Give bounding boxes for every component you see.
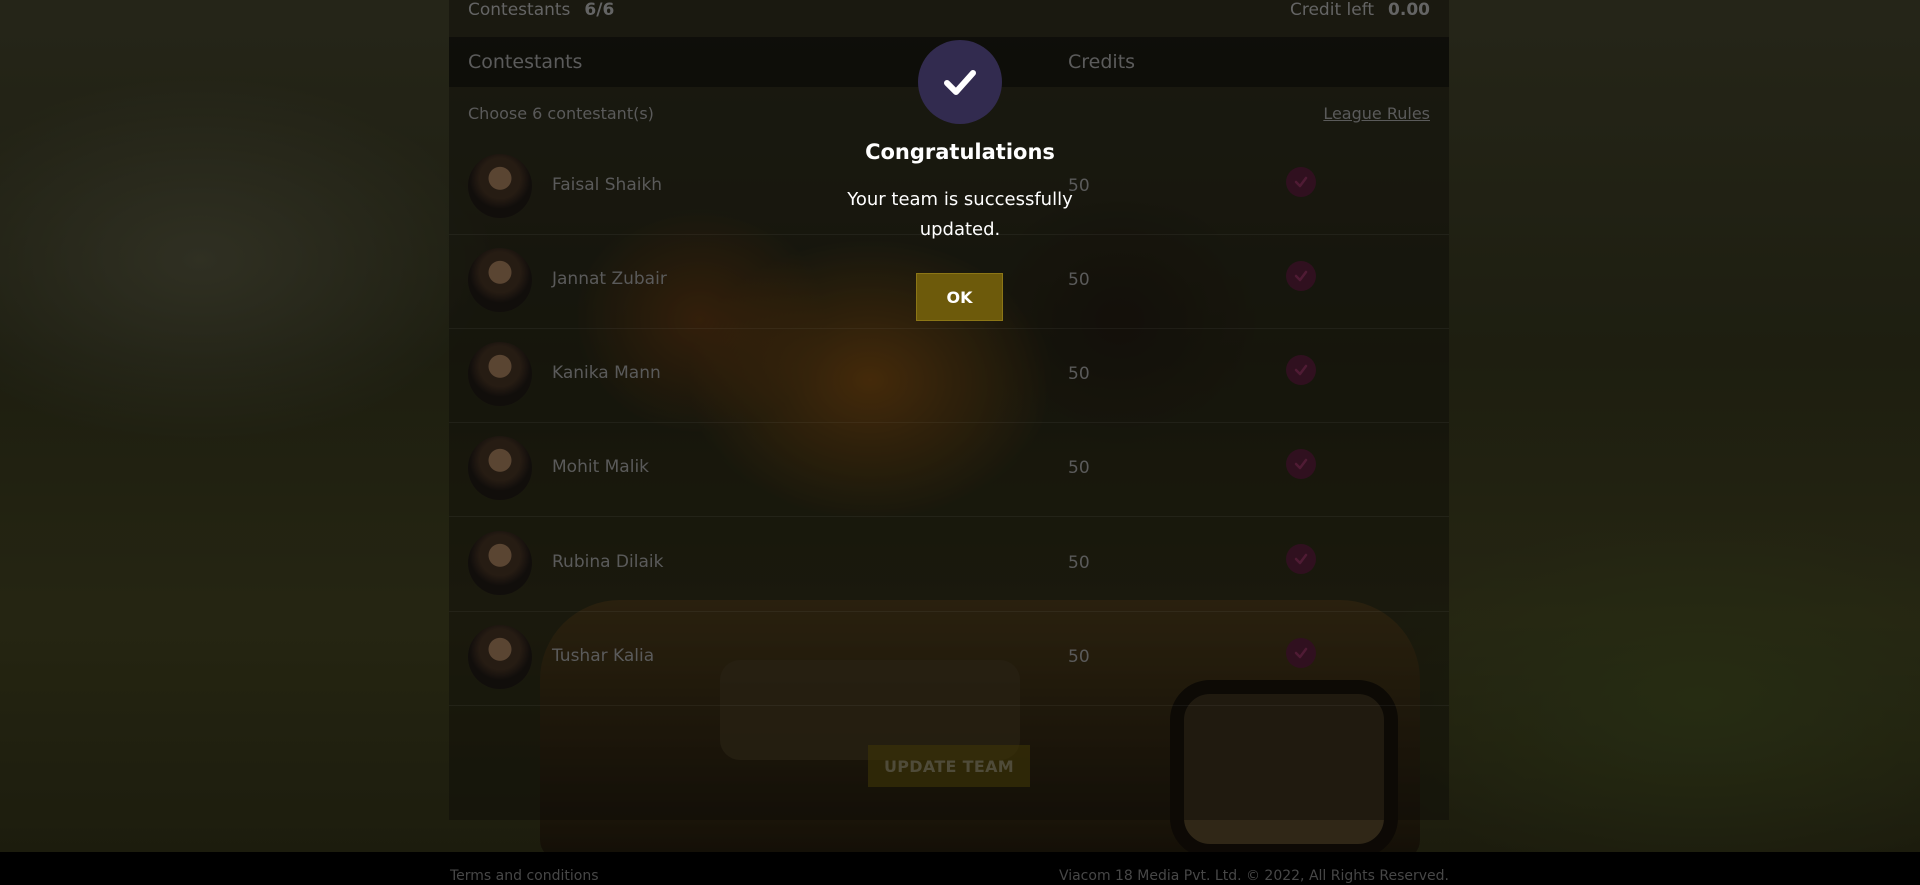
dialog-message: Your team is successfully updated. <box>847 189 1073 240</box>
ok-button[interactable]: OK <box>916 273 1003 321</box>
checkmark-icon <box>944 70 976 95</box>
dialog-title: Congratulations <box>865 140 1055 164</box>
success-badge <box>918 40 1002 124</box>
success-dialog: Congratulations Your team is successfull… <box>830 40 1090 340</box>
